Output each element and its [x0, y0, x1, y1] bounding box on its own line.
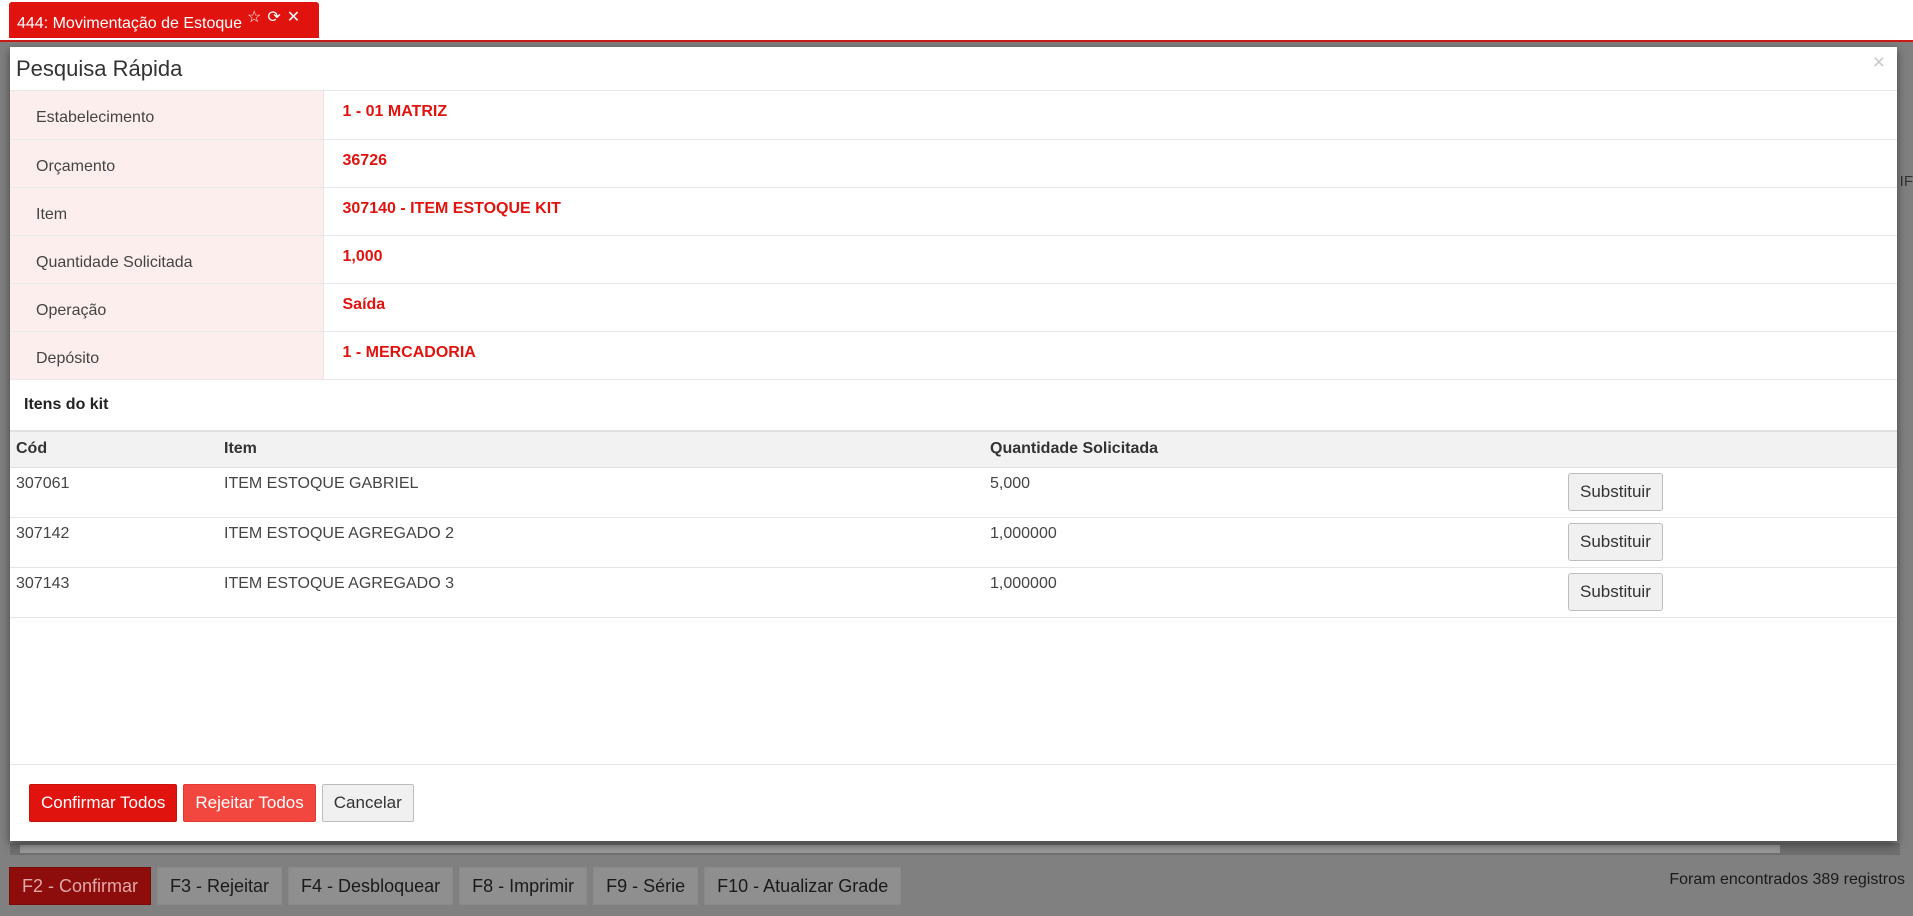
- f8-print-button[interactable]: F8 - Imprimir: [459, 867, 588, 905]
- cell-item: ITEM ESTOQUE AGREGADO 2: [218, 517, 984, 568]
- info-row-deposito: Depósito 1 - MERCADORIA: [10, 331, 1897, 380]
- substituir-button[interactable]: Substituir: [1568, 472, 1663, 511]
- info-label: Orçamento: [10, 139, 324, 188]
- info-value: Saída: [323, 283, 1897, 332]
- function-key-bar: F2 - Confirmar F3 - Rejeitar F4 - Desblo…: [9, 867, 902, 905]
- info-label: Quantidade Solicitada: [10, 235, 324, 284]
- records-count: Foram encontrados 389 registros: [1669, 871, 1905, 888]
- table-row: 307061 ITEM ESTOQUE GABRIEL 5,000 Substi…: [10, 467, 1897, 518]
- cell-action: Substituir: [1562, 517, 1897, 568]
- info-table: Estabelecimento 1 - 01 MATRIZ Orçamento …: [10, 91, 1897, 380]
- cancel-button[interactable]: Cancelar: [321, 784, 414, 822]
- info-row-estabelecimento: Estabelecimento 1 - 01 MATRIZ: [10, 91, 1897, 140]
- close-icon[interactable]: ✕: [287, 7, 300, 27]
- f9-series-button[interactable]: F9 - Série: [593, 867, 699, 905]
- column-header-quantidade: Quantidade Solicitada: [984, 429, 1562, 468]
- star-icon[interactable]: ☆: [247, 7, 261, 27]
- f2-confirm-button[interactable]: F2 - Confirmar: [9, 867, 152, 905]
- info-label: Operação: [10, 283, 324, 332]
- modal-close-icon[interactable]: ×: [1873, 51, 1885, 75]
- cell-cod: 307143: [10, 567, 218, 618]
- info-row-quantidade: Quantidade Solicitada 1,000: [10, 235, 1897, 284]
- column-header-actions: [1562, 429, 1897, 468]
- info-label: Estabelecimento: [10, 91, 324, 140]
- cell-item: ITEM ESTOQUE AGREGADO 3: [218, 567, 984, 618]
- f10-refresh-grid-button[interactable]: F10 - Atualizar Grade: [704, 867, 902, 905]
- confirm-all-button[interactable]: Confirmar Todos: [29, 784, 178, 822]
- quick-search-modal: Pesquisa Rápida × Estabelecimento 1 - 01…: [10, 47, 1897, 841]
- modal-footer: Confirmar Todos Rejeitar Todos Cancelar: [10, 764, 1897, 841]
- cell-qty: 1,000000: [984, 517, 1562, 568]
- info-value: 1,000: [323, 235, 1897, 284]
- table-row: 307143 ITEM ESTOQUE AGREGADO 3 1,000000 …: [10, 567, 1897, 618]
- cell-qty: 5,000: [984, 467, 1562, 518]
- horizontal-scrollbar[interactable]: [10, 843, 1900, 855]
- f3-reject-button[interactable]: F3 - Rejeitar: [157, 867, 283, 905]
- column-header-item: Item: [218, 429, 984, 468]
- info-label: Depósito: [10, 331, 324, 380]
- info-row-item: Item 307140 - ITEM ESTOQUE KIT: [10, 187, 1897, 236]
- tab-title: 444: Movimentação de Estoque: [17, 15, 243, 32]
- info-value: 1 - MERCADORIA: [323, 331, 1897, 380]
- kit-section-title: Itens do kit: [24, 395, 109, 413]
- reject-all-button[interactable]: Rejeitar Todos: [183, 784, 316, 822]
- modal-title: Pesquisa Rápida: [16, 55, 183, 81]
- app-tab-bar: 444: Movimentação de Estoque ☆ ⟳ ✕: [0, 0, 1913, 42]
- info-value: 36726: [323, 139, 1897, 188]
- info-label: Item: [10, 187, 324, 236]
- refresh-icon[interactable]: ⟳: [267, 7, 280, 27]
- table-row: 307142 ITEM ESTOQUE AGREGADO 2 1,000000 …: [10, 517, 1897, 568]
- info-value: 1 - 01 MATRIZ: [323, 91, 1897, 140]
- modal-header: Pesquisa Rápida ×: [10, 47, 1897, 91]
- f4-unblock-button[interactable]: F4 - Desbloquear: [288, 867, 454, 905]
- info-row-orcamento: Orçamento 36726: [10, 139, 1897, 188]
- cell-item: ITEM ESTOQUE GABRIEL: [218, 467, 984, 518]
- kit-table-header: Cód Item Quantidade Solicitada: [10, 429, 1897, 468]
- kit-items-table: Cód Item Quantidade Solicitada 307061 IT…: [10, 429, 1897, 618]
- column-header-cod: Cód: [10, 429, 218, 468]
- background-partial-text: IF: [1899, 173, 1913, 190]
- cell-cod: 307061: [10, 467, 218, 518]
- info-value: 307140 - ITEM ESTOQUE KIT: [323, 187, 1897, 236]
- cell-cod: 307142: [10, 517, 218, 568]
- cell-action: Substituir: [1562, 567, 1897, 618]
- cell-action: Substituir: [1562, 467, 1897, 518]
- cell-qty: 1,000000: [984, 567, 1562, 618]
- scrollbar-thumb[interactable]: [20, 845, 1780, 853]
- substituir-button[interactable]: Substituir: [1568, 572, 1663, 611]
- tab-movimentacao-estoque[interactable]: 444: Movimentação de Estoque ☆ ⟳ ✕: [9, 2, 319, 38]
- substituir-button[interactable]: Substituir: [1568, 522, 1663, 561]
- info-row-operacao: Operação Saída: [10, 283, 1897, 332]
